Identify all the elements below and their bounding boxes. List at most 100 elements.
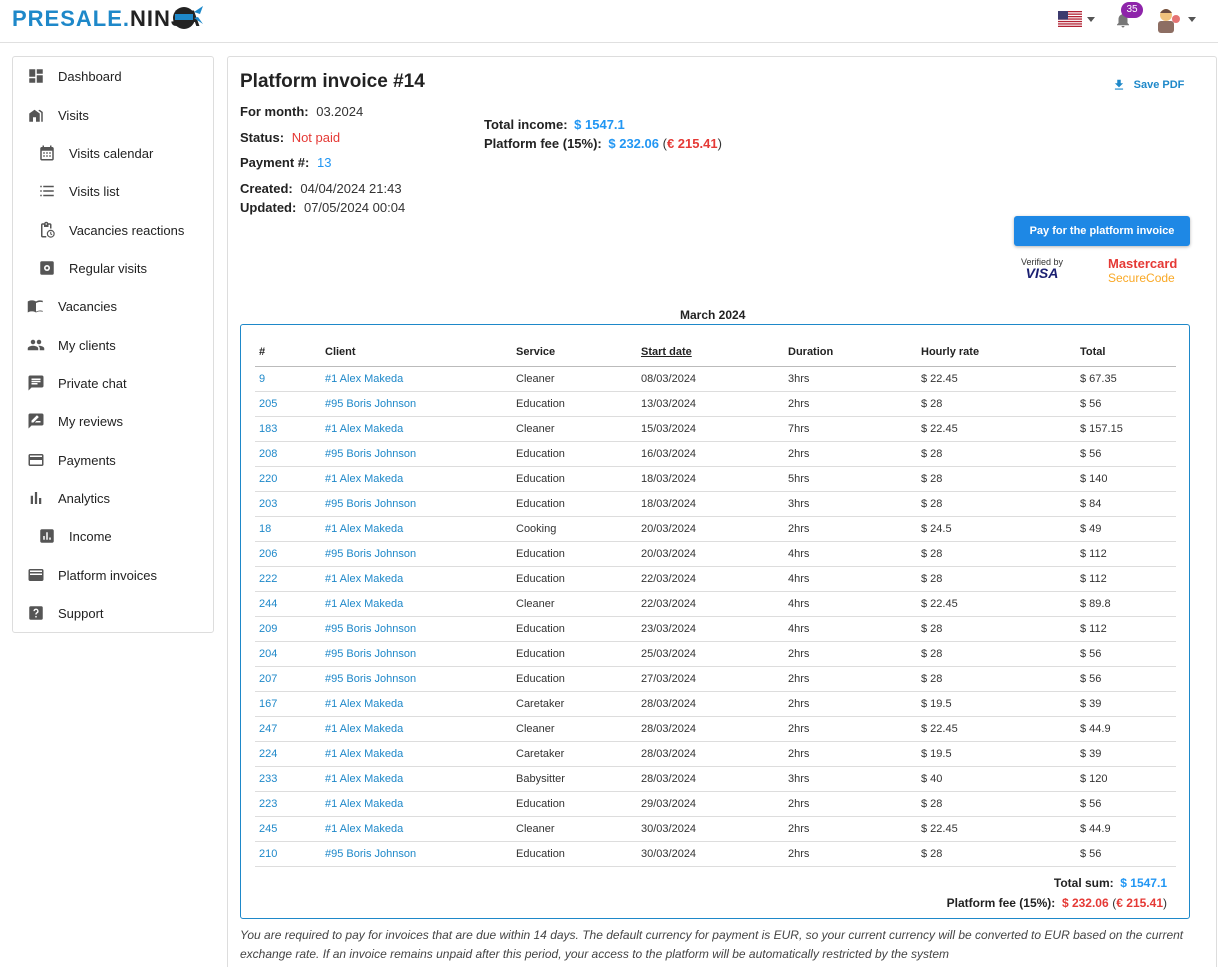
user-menu-chevron-down-icon[interactable]: [1188, 17, 1196, 22]
people-icon: [27, 339, 45, 351]
cell-client[interactable]: #1 Alex Makeda: [321, 741, 512, 767]
cell-total: $ 89.8: [1076, 591, 1176, 617]
cell-id[interactable]: 204: [255, 641, 321, 667]
us-flag-icon[interactable]: [1058, 11, 1082, 27]
cell-service: Cleaner: [512, 591, 637, 617]
cell-client[interactable]: #1 Alex Makeda: [321, 516, 512, 542]
cell-id[interactable]: 247: [255, 716, 321, 742]
cell-client[interactable]: #95 Boris Johnson: [321, 616, 512, 642]
sidebar-item-regular-visits[interactable]: Regular visits: [13, 253, 213, 283]
language-chevron-down-icon[interactable]: [1087, 17, 1095, 22]
table-row: 167 #1 Alex Makeda Caretaker 28/03/2024 2hrs…: [255, 691, 1176, 717]
cell-id[interactable]: 207: [255, 666, 321, 692]
sidebar-item-payments[interactable]: Payments: [13, 445, 213, 475]
cell-client[interactable]: #95 Boris Johnson: [321, 641, 512, 667]
cell-id[interactable]: 224: [255, 741, 321, 767]
table-row: 245 #1 Alex Makeda Cleaner 30/03/2024 2hrs $ …: [255, 816, 1176, 842]
cell-client[interactable]: #1 Alex Makeda: [321, 816, 512, 842]
cell-id[interactable]: 9: [255, 366, 321, 392]
rate-review-icon: [28, 413, 44, 429]
cell-client[interactable]: #1 Alex Makeda: [321, 766, 512, 792]
sidebar-item-label: Analytics: [58, 490, 111, 506]
cell-client[interactable]: #1 Alex Makeda: [321, 566, 512, 592]
pay-invoice-button[interactable]: Pay for the platform invoice: [1014, 216, 1190, 246]
table-row: 210 #95 Boris Johnson Education 30/03/2024 2…: [255, 841, 1176, 867]
cell-id[interactable]: 233: [255, 766, 321, 792]
month-title: March 2024: [680, 308, 746, 322]
cell-client[interactable]: #1 Alex Makeda: [321, 591, 512, 617]
sidebar-item-label: My clients: [58, 337, 116, 353]
payment-link[interactable]: 13: [317, 155, 331, 170]
sidebar-item-label: Visits list: [69, 183, 120, 199]
cell-service: Cooking: [512, 516, 637, 542]
col-header-start-date[interactable]: Start date: [637, 339, 784, 367]
col-header-total: Total: [1076, 339, 1176, 367]
bar-chart-icon: [30, 492, 42, 504]
sidebar-item-analytics[interactable]: Analytics: [13, 483, 213, 513]
cell-client[interactable]: #1 Alex Makeda: [321, 466, 512, 492]
table-row: 183 #1 Alex Makeda Cleaner 15/03/2024 7hrs $ …: [255, 416, 1176, 442]
cell-start-date: 28/03/2024: [637, 766, 784, 792]
total-income-label: Total income:: [484, 117, 568, 132]
cell-client[interactable]: #1 Alex Makeda: [321, 691, 512, 717]
sidebar-item-dashboard[interactable]: Dashboard: [13, 61, 213, 91]
cell-id[interactable]: 183: [255, 416, 321, 442]
cell-client[interactable]: #95 Boris Johnson: [321, 441, 512, 467]
sidebar-item-vacancies[interactable]: Vacancies: [13, 291, 213, 321]
col-header-client: Client: [321, 339, 512, 367]
cell-id[interactable]: 167: [255, 691, 321, 717]
cell-id[interactable]: 18: [255, 516, 321, 542]
cell-total: $ 157.15: [1076, 416, 1176, 442]
cell-id[interactable]: 223: [255, 791, 321, 817]
cell-client[interactable]: #95 Boris Johnson: [321, 391, 512, 417]
ninja-mask-icon: [173, 6, 203, 29]
cell-start-date: 15/03/2024: [637, 416, 784, 442]
sidebar-item-platform-invoices[interactable]: Platform invoices: [13, 560, 213, 590]
sidebar-item-my-clients[interactable]: My clients: [13, 330, 213, 360]
cell-client[interactable]: #95 Boris Johnson: [321, 666, 512, 692]
cell-hourly-rate: $ 28: [917, 616, 1076, 642]
sidebar-item-visits-list[interactable]: Visits list: [13, 176, 213, 206]
cell-start-date: 27/03/2024: [637, 666, 784, 692]
cell-duration: 7hrs: [784, 416, 917, 442]
table-fee-eur: € 215.41: [1116, 896, 1163, 910]
cell-service: Cleaner: [512, 716, 637, 742]
cell-id[interactable]: 244: [255, 591, 321, 617]
cell-id[interactable]: 222: [255, 566, 321, 592]
cell-client[interactable]: #95 Boris Johnson: [321, 491, 512, 517]
cell-client[interactable]: #1 Alex Makeda: [321, 366, 512, 392]
avatar[interactable]: [1154, 5, 1182, 35]
sidebar-item-private-chat[interactable]: Private chat: [13, 368, 213, 398]
sidebar-item-visits[interactable]: Visits: [13, 100, 213, 130]
cell-duration: 2hrs: [784, 716, 917, 742]
cell-id[interactable]: 203: [255, 491, 321, 517]
cell-client[interactable]: #1 Alex Makeda: [321, 416, 512, 442]
cell-id[interactable]: 245: [255, 816, 321, 842]
for-month-value: 03.2024: [316, 104, 364, 119]
cell-id[interactable]: 205: [255, 391, 321, 417]
cell-duration: 2hrs: [784, 391, 917, 417]
status-badge: Not paid: [291, 130, 341, 145]
cell-id[interactable]: 220: [255, 466, 321, 492]
cell-id[interactable]: 208: [255, 441, 321, 467]
col-header-id: #: [255, 339, 321, 367]
sidebar-item-visits-calendar[interactable]: Visits calendar: [13, 138, 213, 168]
created-row: Created: 04/04/2024 21:43: [240, 181, 402, 196]
sidebar-item-vacancies-reactions[interactable]: Vacancies reactions: [13, 215, 213, 245]
sidebar-item-my-reviews[interactable]: My reviews: [13, 406, 213, 436]
cell-id[interactable]: 206: [255, 541, 321, 567]
table-row: 222 #1 Alex Makeda Education 22/03/2024 4hrs…: [255, 566, 1176, 592]
sidebar-item-support[interactable]: Support: [13, 598, 213, 628]
save-pdf-button[interactable]: Save PDF: [1112, 76, 1184, 92]
total-income-value: $ 1547.1: [574, 117, 625, 132]
table-row: 247 #1 Alex Makeda Cleaner 28/03/2024 2hrs $ …: [255, 716, 1176, 742]
cell-client[interactable]: #95 Boris Johnson: [321, 541, 512, 567]
col-header-duration: Duration: [784, 339, 917, 367]
cell-client[interactable]: #1 Alex Makeda: [321, 716, 512, 742]
cell-id[interactable]: 209: [255, 616, 321, 642]
cell-client[interactable]: #1 Alex Makeda: [321, 791, 512, 817]
sidebar-item-income[interactable]: Income: [13, 521, 213, 551]
cell-hourly-rate: $ 24.5: [917, 516, 1076, 542]
cell-client[interactable]: #95 Boris Johnson: [321, 841, 512, 867]
cell-id[interactable]: 210: [255, 841, 321, 867]
